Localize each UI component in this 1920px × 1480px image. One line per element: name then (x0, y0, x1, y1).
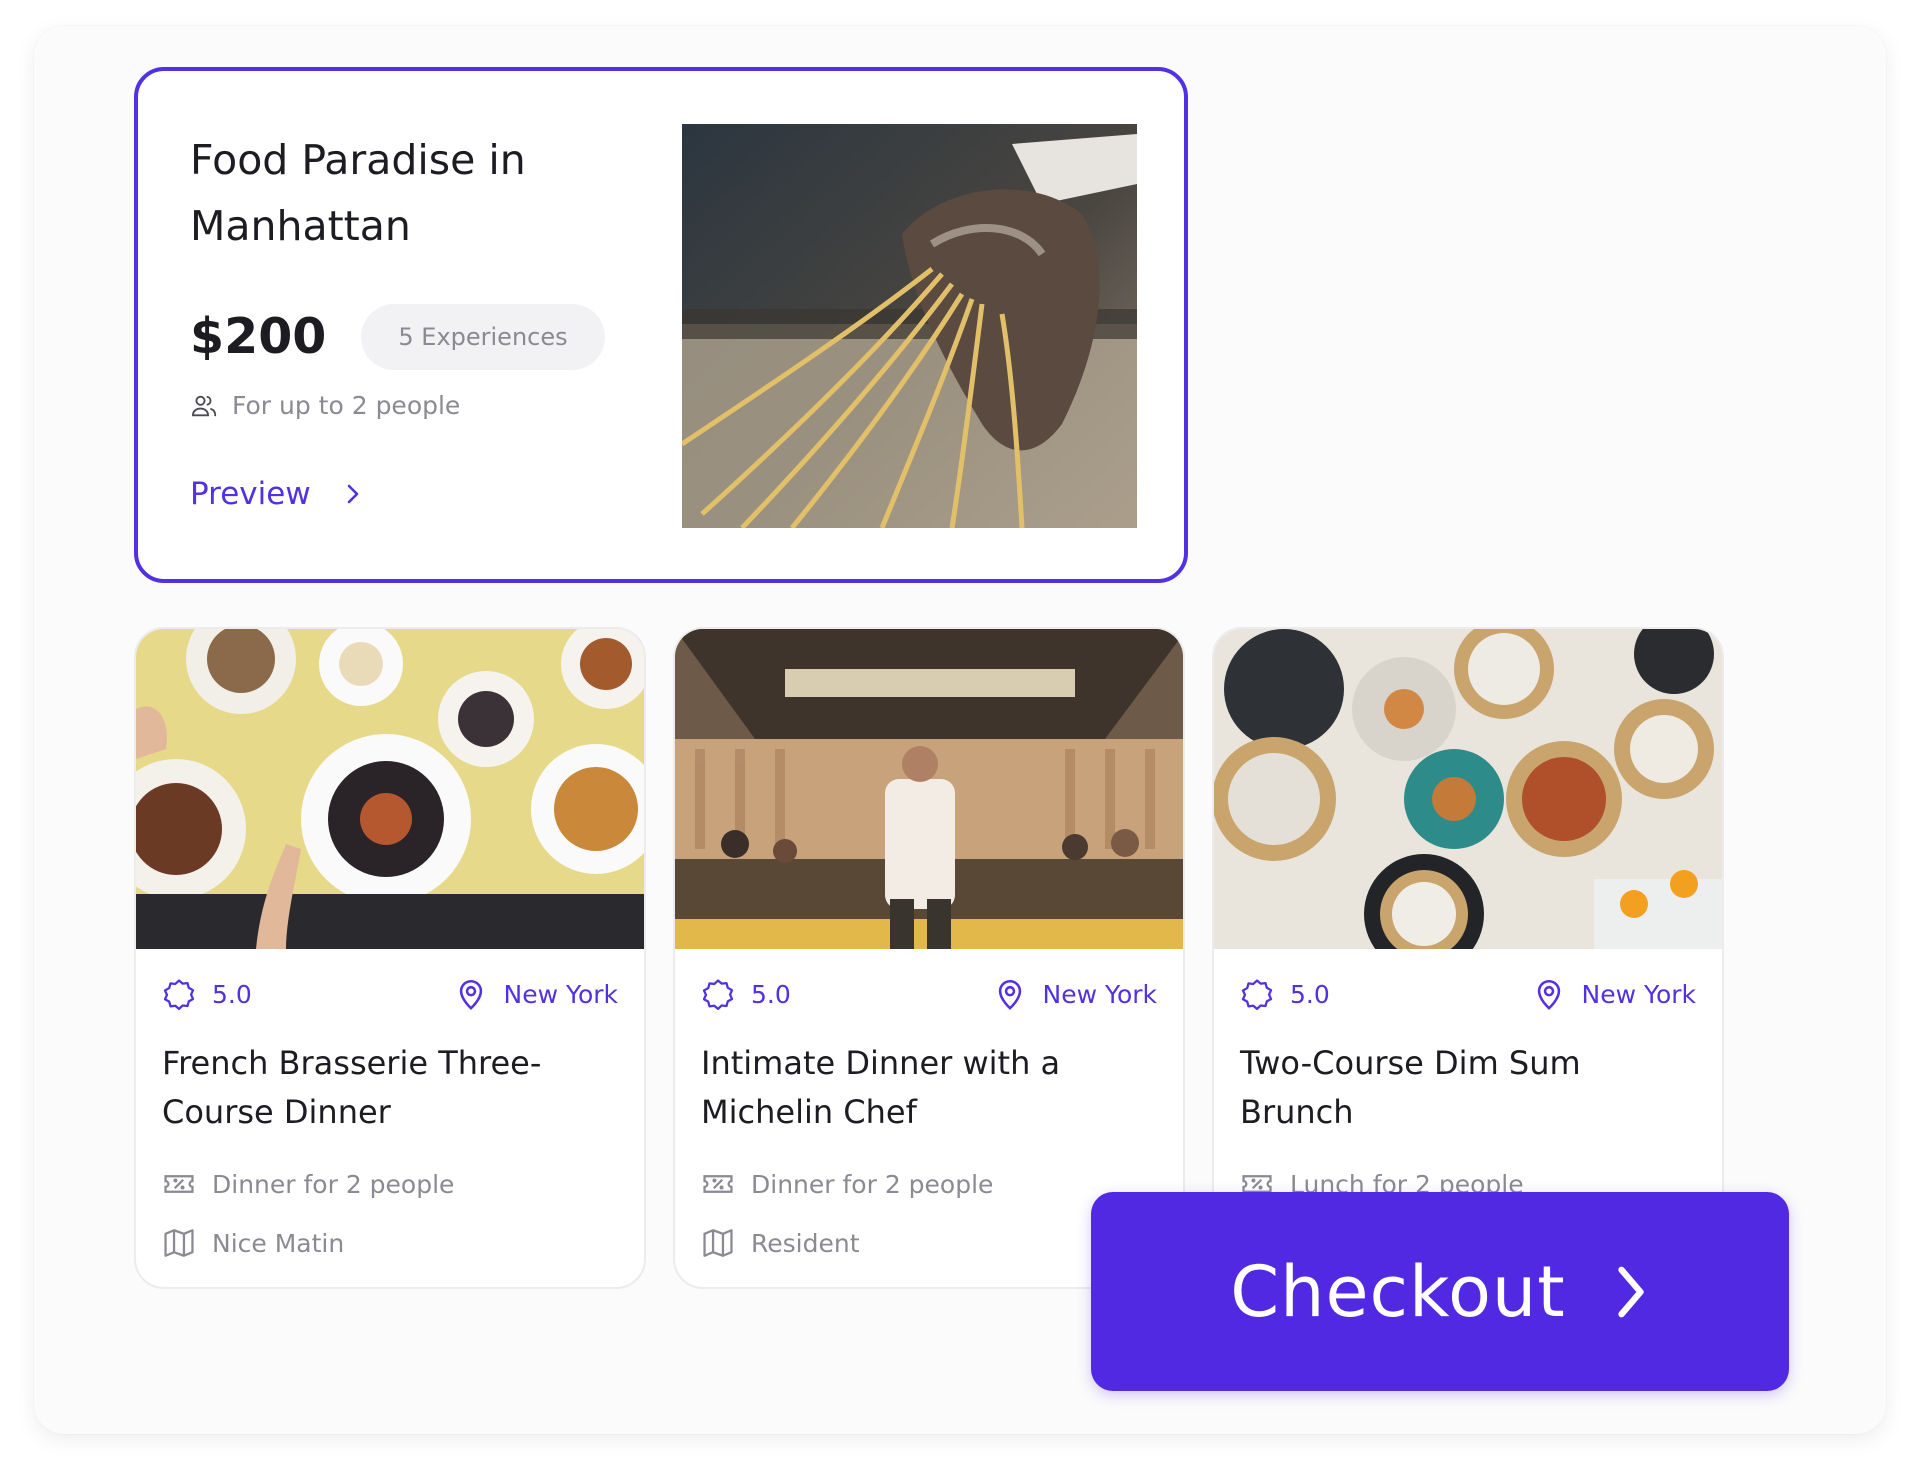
venue-label: Nice Matin (212, 1228, 345, 1258)
map-icon (703, 1229, 733, 1257)
meal-label: Dinner for 2 people (212, 1169, 455, 1199)
card-title: Two-Course Dim Sum Brunch (1240, 1044, 1581, 1131)
card-title: French Brasserie Three-Course Dinner (162, 1044, 542, 1131)
rating-value: 5.0 (212, 979, 252, 1009)
award-badge-icon (702, 979, 734, 1011)
card-image-dining-room (675, 629, 1183, 949)
map-pin-icon (459, 979, 482, 1010)
card-meta: 5.0 New York (1240, 977, 1696, 1011)
rating: 5.0 (162, 977, 252, 1011)
featured-package-card[interactable]: Food Paradise in Manhattan $200 5 Experi… (134, 67, 1188, 583)
card-meta: 5.0 New York (162, 977, 618, 1011)
rating-value: 5.0 (1290, 979, 1330, 1009)
card-title: Intimate Dinner with a Michelin Chef (701, 1044, 1061, 1131)
venue-label: Resident (751, 1228, 860, 1258)
chevron-right-icon (1618, 1266, 1644, 1317)
experience-card[interactable]: 5.0 New York Two-Course Dim Sum Brunch L… (1212, 627, 1724, 1289)
ticket-discount-icon (703, 1175, 733, 1193)
featured-title: Food Paradise in Manhattan (190, 136, 526, 250)
location: New York (1532, 977, 1696, 1011)
people-capacity: For up to 2 people (190, 391, 460, 420)
location: New York (993, 977, 1157, 1011)
featured-image-pasta (682, 124, 1137, 528)
venue-info: Resident (701, 1226, 860, 1260)
ticket-discount-icon (164, 1175, 194, 1193)
rating-value: 5.0 (751, 979, 791, 1009)
chevron-right-icon (347, 484, 358, 504)
preview-link[interactable]: Preview (190, 476, 365, 512)
experience-card[interactable]: 5.0 New York Intimate Dinner with a Mich… (673, 627, 1185, 1289)
meal-info: Dinner for 2 people (162, 1167, 454, 1201)
location: New York (454, 977, 618, 1011)
experiences-badge: 5 Experiences (361, 304, 605, 370)
users-icon (191, 395, 217, 416)
award-badge-icon (163, 979, 195, 1011)
card-image-brasserie (136, 629, 644, 949)
people-label: For up to 2 people (232, 391, 461, 420)
featured-price: $200 (190, 308, 327, 365)
rating: 5.0 (701, 977, 791, 1011)
map-pin-icon (998, 979, 1021, 1010)
checkout-label: Checkout (1230, 1250, 1566, 1333)
meal-label: Dinner for 2 people (751, 1169, 994, 1199)
experience-card[interactable]: 5.0 New York French Brasserie Three-Cour… (134, 627, 646, 1289)
map-pin-icon (1537, 979, 1560, 1010)
rating: 5.0 (1240, 977, 1330, 1011)
award-badge-icon (1241, 979, 1273, 1011)
card-meta: 5.0 New York (701, 977, 1157, 1011)
map-icon (164, 1229, 194, 1257)
card-image-dim-sum (1214, 629, 1722, 949)
preview-label: Preview (190, 476, 311, 512)
meal-info: Dinner for 2 people (701, 1167, 993, 1201)
location-label: New York (503, 979, 618, 1009)
venue-info: Nice Matin (162, 1226, 344, 1260)
location-label: New York (1042, 979, 1157, 1009)
checkout-button[interactable]: Checkout (1091, 1192, 1789, 1391)
location-label: New York (1581, 979, 1696, 1009)
